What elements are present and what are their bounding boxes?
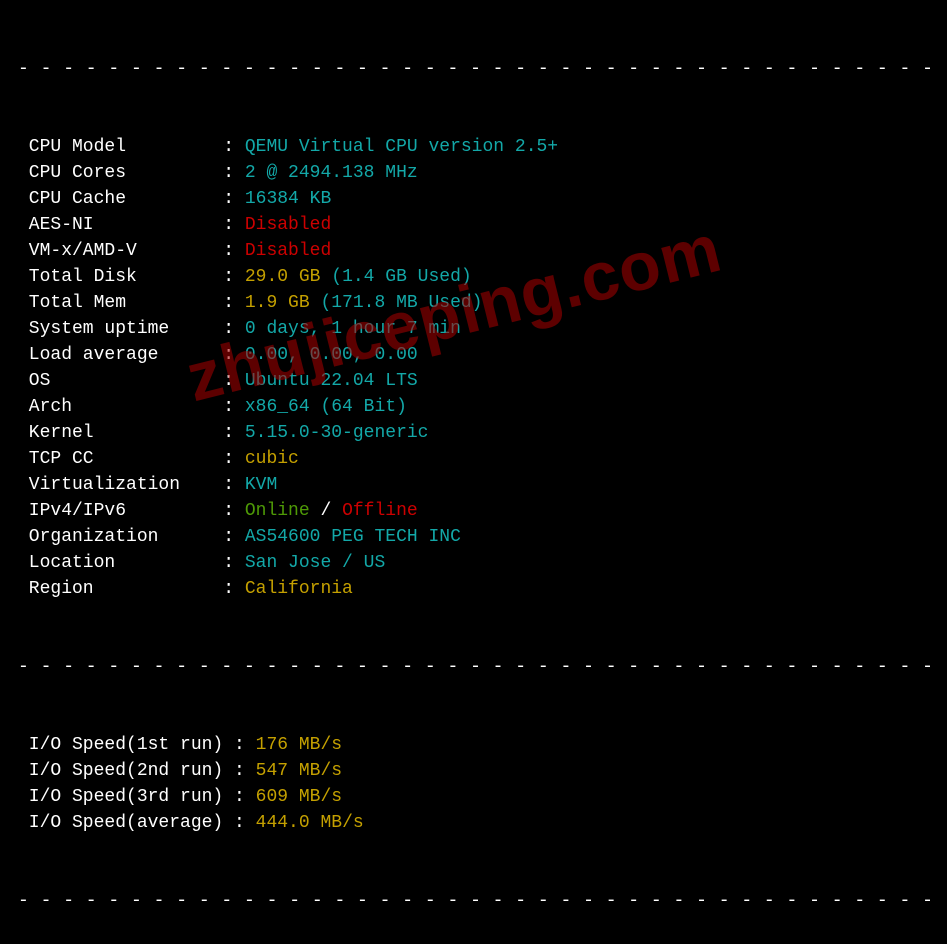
terminal-output: - - - - - - - - - - - - - - - - - - - - … [0, 0, 947, 944]
info-row: System uptime : 0 days, 1 hour 7 min [18, 316, 929, 342]
colon: : [223, 163, 245, 183]
info-value: 0.00, 0.00, 0.00 [245, 345, 418, 365]
divider-mid: - - - - - - - - - - - - - - - - - - - - … [18, 654, 929, 680]
info-row: IPv4/IPv6 : Online / Offline [18, 498, 929, 524]
io-value: 547 MB/s [256, 761, 342, 781]
colon: : [223, 215, 245, 235]
colon: : [223, 423, 245, 443]
info-value: 5.15.0-30-generic [245, 423, 429, 443]
info-row: OS : Ubuntu 22.04 LTS [18, 368, 929, 394]
info-label: TCP CC [18, 449, 223, 469]
io-label: I/O Speed(3rd run) [18, 787, 234, 807]
info-label: CPU Model [18, 137, 223, 157]
info-value: (1.4 GB Used) [320, 267, 471, 287]
info-value: 16384 KB [245, 189, 331, 209]
info-row: VM-x/AMD-V : Disabled [18, 238, 929, 264]
io-row: I/O Speed(3rd run) : 609 MB/s [18, 784, 929, 810]
info-label: Arch [18, 397, 223, 417]
io-value: 176 MB/s [256, 735, 342, 755]
info-value: Online [245, 501, 310, 521]
info-row: Organization : AS54600 PEG TECH INC [18, 524, 929, 550]
info-value: Disabled [245, 241, 331, 261]
info-value: KVM [245, 475, 277, 495]
colon: : [234, 787, 256, 807]
io-label: I/O Speed(average) [18, 813, 234, 833]
colon: : [223, 475, 245, 495]
info-row: TCP CC : cubic [18, 446, 929, 472]
info-label: Region [18, 579, 223, 599]
info-label: Total Disk [18, 267, 223, 287]
info-row: AES-NI : Disabled [18, 212, 929, 238]
io-row: I/O Speed(average) : 444.0 MB/s [18, 810, 929, 836]
info-value: QEMU Virtual CPU version 2.5+ [245, 137, 558, 157]
info-label: Kernel [18, 423, 223, 443]
colon: : [234, 761, 256, 781]
info-value: Ubuntu 22.04 LTS [245, 371, 418, 391]
colon: : [223, 371, 245, 391]
info-value: (171.8 MB Used) [310, 293, 483, 313]
colon: : [223, 579, 245, 599]
colon: : [223, 267, 245, 287]
io-row: I/O Speed(1st run) : 176 MB/s [18, 732, 929, 758]
io-value: 444.0 MB/s [256, 813, 364, 833]
info-row: Region : California [18, 576, 929, 602]
info-row: Load average : 0.00, 0.00, 0.00 [18, 342, 929, 368]
info-label: Load average [18, 345, 223, 365]
info-row: Total Disk : 29.0 GB (1.4 GB Used) [18, 264, 929, 290]
colon: : [223, 137, 245, 157]
info-row: CPU Cache : 16384 KB [18, 186, 929, 212]
info-row: Kernel : 5.15.0-30-generic [18, 420, 929, 446]
colon: : [234, 813, 256, 833]
info-value: San Jose / US [245, 553, 385, 573]
info-value: x86_64 (64 Bit) [245, 397, 407, 417]
info-value: 0 days, 1 hour 7 min [245, 319, 461, 339]
colon: : [223, 449, 245, 469]
info-row: Total Mem : 1.9 GB (171.8 MB Used) [18, 290, 929, 316]
info-label: OS [18, 371, 223, 391]
io-label: I/O Speed(2nd run) [18, 761, 234, 781]
colon: : [223, 293, 245, 313]
info-label: CPU Cores [18, 163, 223, 183]
colon: : [223, 397, 245, 417]
info-row: Location : San Jose / US [18, 550, 929, 576]
info-value: 1.9 GB [245, 293, 310, 313]
info-row: CPU Cores : 2 @ 2494.138 MHz [18, 160, 929, 186]
info-label: CPU Cache [18, 189, 223, 209]
divider-top: - - - - - - - - - - - - - - - - - - - - … [18, 56, 929, 82]
info-value: Disabled [245, 215, 331, 235]
info-value: California [245, 579, 353, 599]
colon: : [223, 501, 245, 521]
io-value: 609 MB/s [256, 787, 342, 807]
info-label: Location [18, 553, 223, 573]
colon: : [223, 527, 245, 547]
info-label: IPv4/IPv6 [18, 501, 223, 521]
info-value: Offline [342, 501, 418, 521]
colon: : [223, 241, 245, 261]
colon: : [234, 735, 256, 755]
info-label: Virtualization [18, 475, 223, 495]
colon: : [223, 553, 245, 573]
info-label: VM-x/AMD-V [18, 241, 223, 261]
info-label: Total Mem [18, 293, 223, 313]
colon: : [223, 319, 245, 339]
colon: : [223, 189, 245, 209]
info-value: 29.0 GB [245, 267, 321, 287]
info-label: Organization [18, 527, 223, 547]
colon: : [223, 345, 245, 365]
info-value: / [310, 501, 342, 521]
io-label: I/O Speed(1st run) [18, 735, 234, 755]
info-row: Arch : x86_64 (64 Bit) [18, 394, 929, 420]
info-row: Virtualization : KVM [18, 472, 929, 498]
info-label: AES-NI [18, 215, 223, 235]
info-label: System uptime [18, 319, 223, 339]
info-value: 2 @ 2494.138 MHz [245, 163, 418, 183]
divider-bottom: - - - - - - - - - - - - - - - - - - - - … [18, 888, 929, 914]
info-value: cubic [245, 449, 299, 469]
info-value: AS54600 PEG TECH INC [245, 527, 461, 547]
io-row: I/O Speed(2nd run) : 547 MB/s [18, 758, 929, 784]
info-row: CPU Model : QEMU Virtual CPU version 2.5… [18, 134, 929, 160]
